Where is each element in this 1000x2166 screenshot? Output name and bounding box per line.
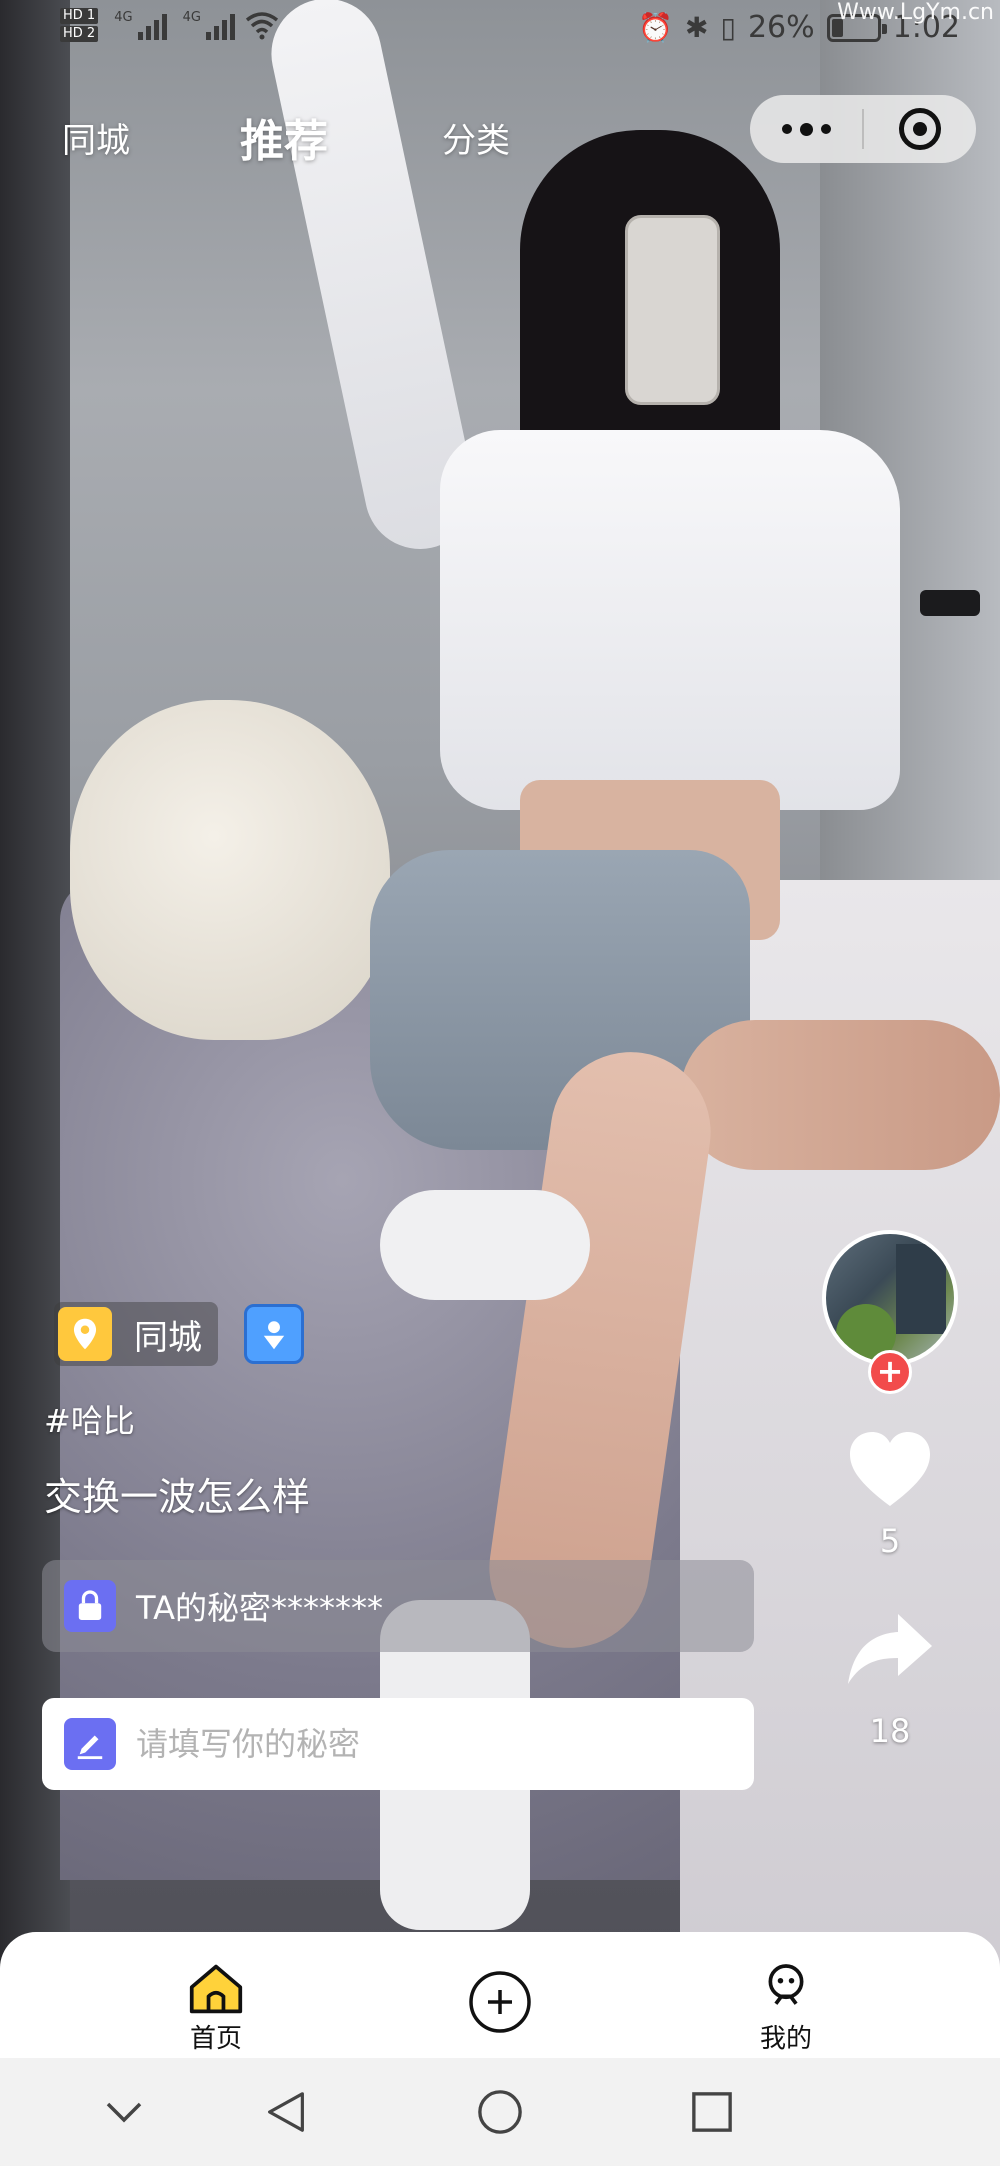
like-button[interactable]: [848, 1430, 932, 1510]
tab-profile-label: 我的: [759, 2024, 812, 2054]
watermark: Www.LgYm.cn: [837, 0, 994, 25]
follow-button[interactable]: +: [868, 1350, 912, 1394]
secret-input[interactable]: [136, 1725, 696, 1763]
target-icon[interactable]: [864, 108, 976, 150]
bg-phone: [625, 215, 720, 405]
more-dots-icon[interactable]: [750, 122, 862, 136]
status-left: HD 1 HD 2 4G 4G: [60, 8, 279, 42]
tab-category[interactable]: 分类: [442, 113, 510, 162]
alarm-icon: ⏰: [638, 11, 674, 44]
recents-icon[interactable]: [682, 2082, 742, 2142]
share-count: 18: [869, 1712, 911, 1750]
tab-recommend[interactable]: 推荐: [234, 105, 334, 169]
profile-icon: [768, 1964, 804, 2005]
wifi-icon: [245, 10, 279, 40]
lock-icon: [64, 1580, 116, 1632]
signal-1-icon: 4G: [114, 10, 167, 40]
battery-percent: 26%: [747, 10, 815, 45]
video-background[interactable]: [0, 0, 1000, 2166]
miniprogram-capsule: [750, 95, 976, 163]
location-label: 同城: [134, 1317, 202, 1358]
location-tag[interactable]: 同城: [54, 1302, 218, 1366]
share-button[interactable]: [846, 1612, 934, 1688]
like-count: 5: [879, 1522, 901, 1560]
secret-box[interactable]: TA的秘密*******: [42, 1560, 754, 1652]
add-circle-icon: [469, 1971, 531, 2033]
bg-teddy-bear: [70, 700, 390, 1040]
bluetooth-icon: ✱: [685, 11, 709, 44]
gender-icon: [244, 1304, 304, 1364]
post-caption: 交换一波怎么样: [44, 1475, 311, 1519]
tab-home[interactable]: 首页: [136, 1932, 296, 2058]
bg-white-top: [440, 430, 900, 810]
secret-input-box[interactable]: [42, 1698, 754, 1790]
home-circle-icon[interactable]: [470, 2082, 530, 2142]
hashtag[interactable]: #哈比: [44, 1396, 135, 1442]
sim-badges: HD 1 HD 2: [60, 8, 99, 42]
signal-2-icon: 4G: [183, 10, 235, 40]
home-icon: [189, 1964, 243, 2014]
location-pin-icon: [58, 1307, 112, 1361]
sim1-badge: HD 1: [60, 8, 99, 24]
bg-sock-top: [380, 1190, 590, 1300]
share-arrow-icon: [848, 1614, 932, 1684]
back-icon[interactable]: [256, 2082, 316, 2142]
avatar[interactable]: [822, 1230, 958, 1366]
status-bar: HD 1 HD 2 4G 4G ⏰ ✱ ▯ 26% 1:02 Www.LgYm.…: [0, 0, 1000, 70]
tab-local[interactable]: 同城: [62, 113, 130, 162]
heart-icon: [850, 1432, 930, 1506]
tab-home-label: 首页: [189, 2024, 242, 2054]
bg-door-handle: [920, 590, 980, 616]
vibrate-icon: ▯: [720, 11, 736, 44]
secret-text: TA的秘密*******: [136, 1589, 383, 1627]
bottom-tab-bar: 首页 我的: [0, 1932, 1000, 2058]
edit-pen-icon: [64, 1718, 116, 1770]
system-nav-bar: [0, 2058, 1000, 2166]
chevron-down-icon[interactable]: [94, 2082, 154, 2142]
tab-profile[interactable]: 我的: [706, 1932, 866, 2058]
sim2-badge: HD 2: [60, 26, 99, 42]
tab-add[interactable]: [420, 1932, 580, 2058]
bg-leg-right: [680, 1020, 1000, 1170]
